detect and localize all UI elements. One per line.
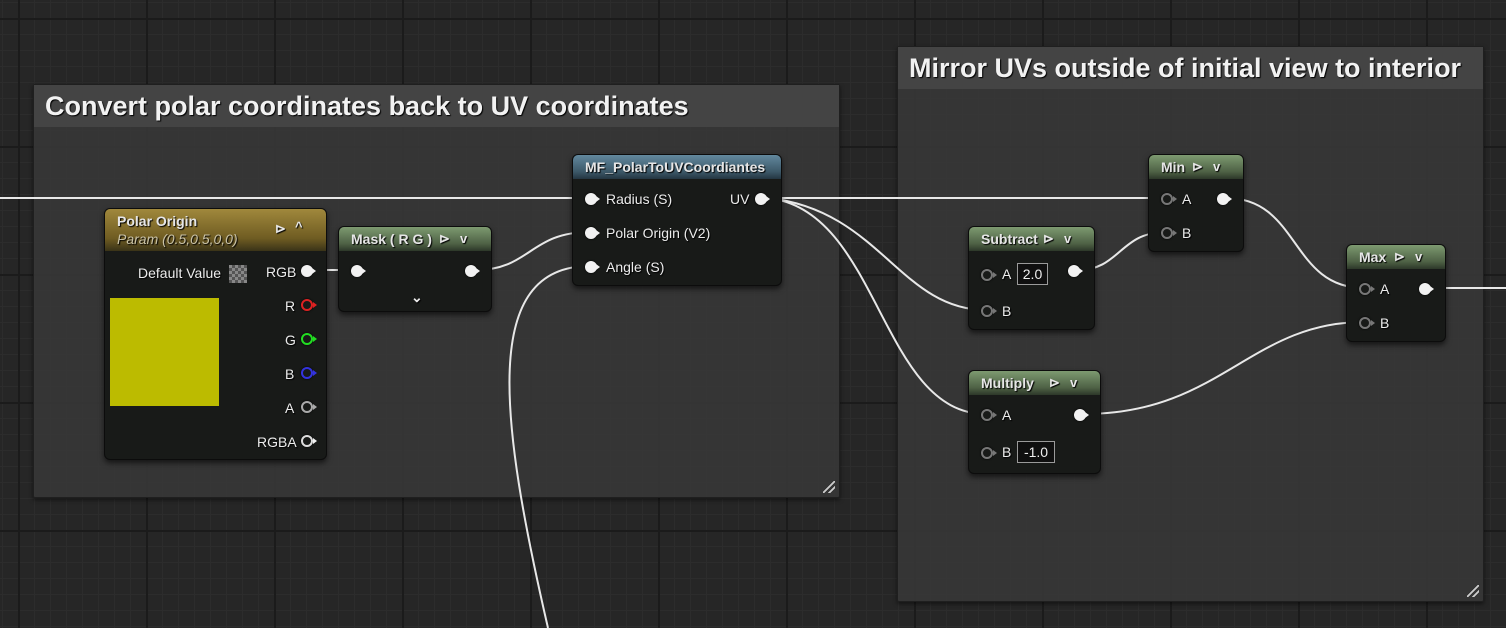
default-value-swatch[interactable] — [229, 265, 247, 283]
play-circle-icon[interactable]: ⊳ — [275, 221, 286, 237]
input-pin-b[interactable] — [1359, 317, 1375, 329]
pin-label-a: A — [285, 400, 295, 416]
output-pin[interactable] — [1068, 265, 1083, 277]
output-pin[interactable] — [1074, 409, 1089, 421]
chevron-down-icon[interactable]: v — [460, 227, 467, 251]
pin-label-uv: UV — [730, 191, 750, 207]
output-pin-uv[interactable] — [755, 193, 770, 205]
node-title: Subtract — [981, 231, 1038, 247]
color-preview-swatch — [110, 298, 219, 406]
output-pin-rgba[interactable] — [301, 435, 317, 447]
pin-label-b: B — [1002, 303, 1012, 319]
chevron-down-icon[interactable]: v — [1213, 155, 1220, 179]
input-pin-b[interactable] — [981, 447, 997, 459]
pin-label-r: R — [285, 298, 296, 314]
mf-polar-to-uv-node[interactable]: MF_PolarToUVCoordiantes Radius (S) UV Po… — [572, 154, 782, 286]
comment-title[interactable]: Convert polar coordinates back to UV coo… — [34, 85, 839, 127]
input-pin-b[interactable] — [981, 305, 997, 317]
node-title: Multiply — [981, 375, 1034, 391]
play-circle-icon[interactable]: ⊳ — [439, 227, 450, 251]
resize-handle-icon[interactable] — [1467, 585, 1479, 597]
pin-label-a: A — [1002, 266, 1012, 282]
input-pin-b[interactable] — [1161, 227, 1177, 239]
node-header[interactable]: Multiply ⊳ v — [969, 371, 1100, 395]
input-pin-a[interactable] — [981, 409, 997, 421]
multiply-node[interactable]: Multiply ⊳ v A B -1.0 — [968, 370, 1101, 474]
pin-label-b: B — [1380, 315, 1390, 331]
output-pin-b[interactable] — [301, 367, 317, 379]
node-title: MF_PolarToUVCoordiantes — [585, 159, 766, 175]
chevron-down-icon[interactable]: v — [1064, 227, 1071, 251]
input-pin-a[interactable] — [1359, 283, 1375, 295]
play-circle-icon[interactable]: ⊳ — [1049, 371, 1060, 395]
output-pin-r[interactable] — [301, 299, 317, 311]
input-pin-a[interactable] — [981, 269, 997, 281]
output-pin[interactable] — [465, 265, 480, 277]
mask-node[interactable]: Mask ( R G ) ⊳ v ⌄ — [338, 226, 492, 312]
play-circle-icon[interactable]: ⊳ — [1394, 245, 1405, 269]
output-pin[interactable] — [1419, 283, 1434, 295]
node-title: Min — [1161, 159, 1186, 175]
chevron-down-icon[interactable]: ⌄ — [411, 289, 423, 306]
play-circle-icon[interactable]: ⊳ — [1192, 155, 1203, 179]
pin-label-radius: Radius (S) — [606, 191, 673, 207]
chevron-down-icon[interactable]: v — [1070, 371, 1077, 395]
node-header[interactable]: Mask ( R G ) ⊳ v — [339, 227, 491, 251]
output-pin-g[interactable] — [301, 333, 317, 345]
comment-title[interactable]: Mirror UVs outside of initial view to in… — [898, 47, 1483, 89]
play-circle-icon[interactable]: ⊳ — [1043, 227, 1054, 251]
node-header[interactable]: Subtract ⊳ v — [969, 227, 1094, 251]
polar-origin-node[interactable]: Polar Origin Param (0.5,0.5,0,0) ⊳ ^ Def… — [104, 208, 327, 460]
input-pin-a[interactable] — [1161, 193, 1177, 205]
node-header[interactable]: Polar Origin Param (0.5,0.5,0,0) ⊳ ^ — [105, 209, 326, 251]
resize-handle-icon[interactable] — [823, 481, 835, 493]
pin-label-g: G — [285, 332, 296, 348]
node-title: Mask ( R G ) — [351, 231, 432, 247]
pin-label-b: B — [1002, 444, 1012, 460]
chevron-up-icon[interactable]: ^ — [295, 219, 303, 234]
input-pin-radius[interactable] — [585, 193, 600, 205]
output-pin-a[interactable] — [301, 401, 317, 413]
pin-label-polar-origin: Polar Origin (V2) — [606, 225, 711, 241]
max-node[interactable]: Max ⊳ v A B — [1346, 244, 1446, 342]
pin-b-value-input[interactable]: -1.0 — [1017, 441, 1055, 463]
input-pin[interactable] — [351, 265, 366, 277]
node-header[interactable]: Min ⊳ v — [1149, 155, 1243, 179]
min-node[interactable]: Min ⊳ v A B — [1148, 154, 1244, 252]
node-header[interactable]: MF_PolarToUVCoordiantes — [573, 155, 781, 179]
pin-label-angle: Angle (S) — [606, 259, 665, 275]
node-title: Max — [1359, 249, 1387, 265]
pin-label-rgb: RGB — [266, 264, 297, 280]
pin-label-rgba: RGBA — [257, 434, 297, 450]
chevron-down-icon[interactable]: v — [1415, 245, 1422, 269]
pin-label-b: B — [1182, 225, 1192, 241]
node-header[interactable]: Max ⊳ v — [1347, 245, 1445, 269]
default-value-label: Default Value — [138, 265, 222, 281]
pin-a-value-input[interactable]: 2.0 — [1017, 263, 1048, 285]
output-pin[interactable] — [1217, 193, 1232, 205]
pin-label-a: A — [1182, 191, 1192, 207]
input-pin-angle[interactable] — [585, 261, 600, 273]
pin-label-b: B — [285, 366, 295, 382]
input-pin-polar-origin[interactable] — [585, 227, 600, 239]
pin-label-a: A — [1002, 407, 1012, 423]
pin-label-a: A — [1380, 281, 1390, 297]
output-pin-rgb[interactable] — [301, 265, 316, 277]
subtract-node[interactable]: Subtract ⊳ v A 2.0 B — [968, 226, 1095, 330]
